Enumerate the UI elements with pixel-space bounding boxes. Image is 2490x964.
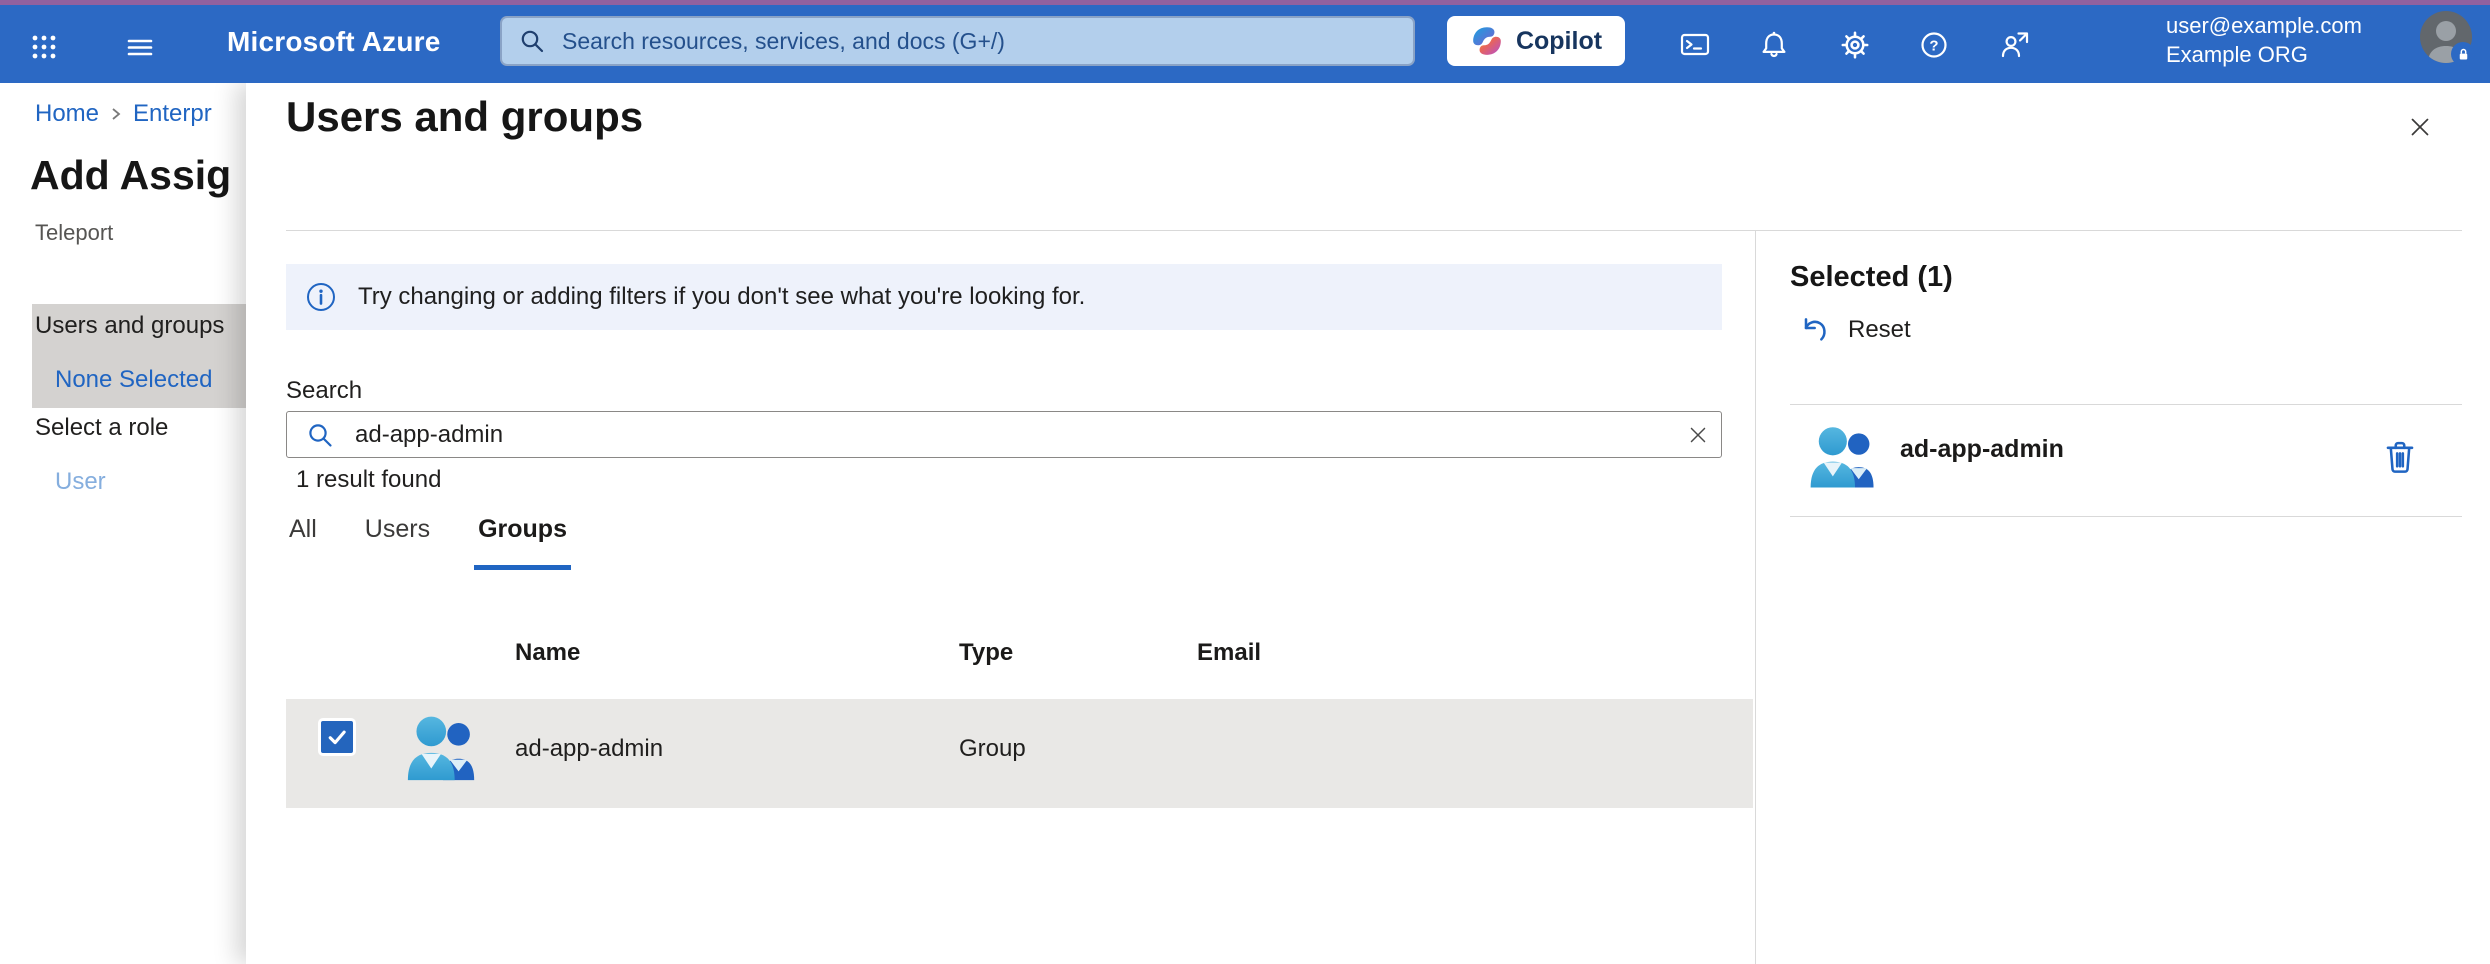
group-icon [1806,422,1880,497]
clear-search-button[interactable] [1675,412,1721,457]
panel-close-button[interactable] [2398,105,2442,149]
cloud-shell-icon [1679,29,1711,61]
info-banner-text: Try changing or adding filters if you do… [358,283,1085,311]
result-count: 1 result found [296,466,441,494]
help-icon: ? [1918,29,1950,61]
checkmark-icon [325,725,349,749]
panel-title: Users and groups [286,93,643,141]
avatar[interactable] [2420,11,2472,63]
selected-divider-bottom [1790,516,2462,517]
breadcrumb-home[interactable]: Home [35,100,99,128]
panel-search-input[interactable] [353,420,1675,450]
selected-item-name: ad-app-admin [1900,435,2064,464]
gear-icon [1838,28,1872,62]
wizard-role-label: Select a role [35,414,168,442]
copilot-button[interactable]: Copilot [1447,16,1625,66]
tab-all[interactable]: All [289,515,317,558]
page-title: Add Assig [30,152,231,199]
account-email: user@example.com [2166,11,2362,40]
breadcrumb-separator-icon [109,106,123,122]
panel-search-box [286,411,1722,458]
search-icon [305,420,335,450]
row-name: ad-app-admin [515,735,663,763]
account-info[interactable]: user@example.com Example ORG [2166,11,2362,69]
info-icon [306,282,336,312]
result-tabs: All Users Groups [289,515,567,558]
column-header-name[interactable]: Name [515,639,580,667]
feedback-button[interactable] [1991,21,2039,69]
selected-title: Selected (1) [1790,261,1953,294]
copilot-label: Copilot [1516,27,1602,56]
notifications-button[interactable] [1750,21,1798,69]
trash-icon [2383,438,2417,476]
global-search-input[interactable] [560,27,1413,56]
selected-divider-top [1790,404,2462,405]
row-type: Group [959,735,1026,763]
top-bar: Microsoft Azure Co [0,0,2490,83]
search-field-label: Search [286,377,362,405]
clear-icon [1685,422,1711,448]
search-icon [518,27,546,55]
tab-groups[interactable]: Groups [478,515,567,558]
copilot-logo-icon [1470,24,1504,58]
close-icon [2405,112,2435,142]
panel-vertical-divider [1755,230,1756,964]
help-button[interactable]: ? [1910,21,1958,69]
wizard-users-groups-link[interactable]: None Selected [55,366,212,394]
breadcrumb-enterprise[interactable]: Enterpr [133,100,212,128]
tab-users[interactable]: Users [365,515,430,558]
column-header-type[interactable]: Type [959,639,1013,667]
group-icon [403,711,481,790]
azure-portal-screen: Microsoft Azure Co [0,0,2490,964]
wizard-users-groups-label: Users and groups [35,312,224,340]
reset-button[interactable]: Reset [1798,313,1911,347]
users-and-groups-panel: Users and groups Try changing or adding … [246,83,2490,964]
header-divider [286,230,2462,231]
bell-icon [1758,29,1790,61]
wizard-role-link[interactable]: User [55,468,106,496]
remove-selected-button[interactable] [2378,435,2422,479]
portal-menu-button[interactable] [118,25,162,69]
person-feedback-icon [1999,29,2031,61]
lock-badge-icon [2451,42,2475,66]
info-banner: Try changing or adding filters if you do… [286,264,1722,330]
undo-icon [1798,313,1830,347]
global-search-bar[interactable] [500,16,1415,66]
reset-label: Reset [1848,316,1911,344]
brand-title[interactable]: Microsoft Azure [227,26,441,58]
cloud-shell-button[interactable] [1671,21,1719,69]
breadcrumb: Home Enterpr [35,100,212,128]
app-launcher-button[interactable] [22,25,66,69]
svg-text:?: ? [1929,38,1938,55]
row-checkbox[interactable] [318,718,356,756]
page-subtitle: Teleport [35,220,113,246]
column-header-email[interactable]: Email [1197,639,1261,667]
waffle-icon [29,32,59,62]
table-row[interactable]: ad-app-admin Group [286,699,1753,808]
top-accent-bar [0,0,2490,5]
account-org: Example ORG [2166,40,2362,69]
settings-button[interactable] [1831,21,1879,69]
hamburger-icon [125,32,155,62]
